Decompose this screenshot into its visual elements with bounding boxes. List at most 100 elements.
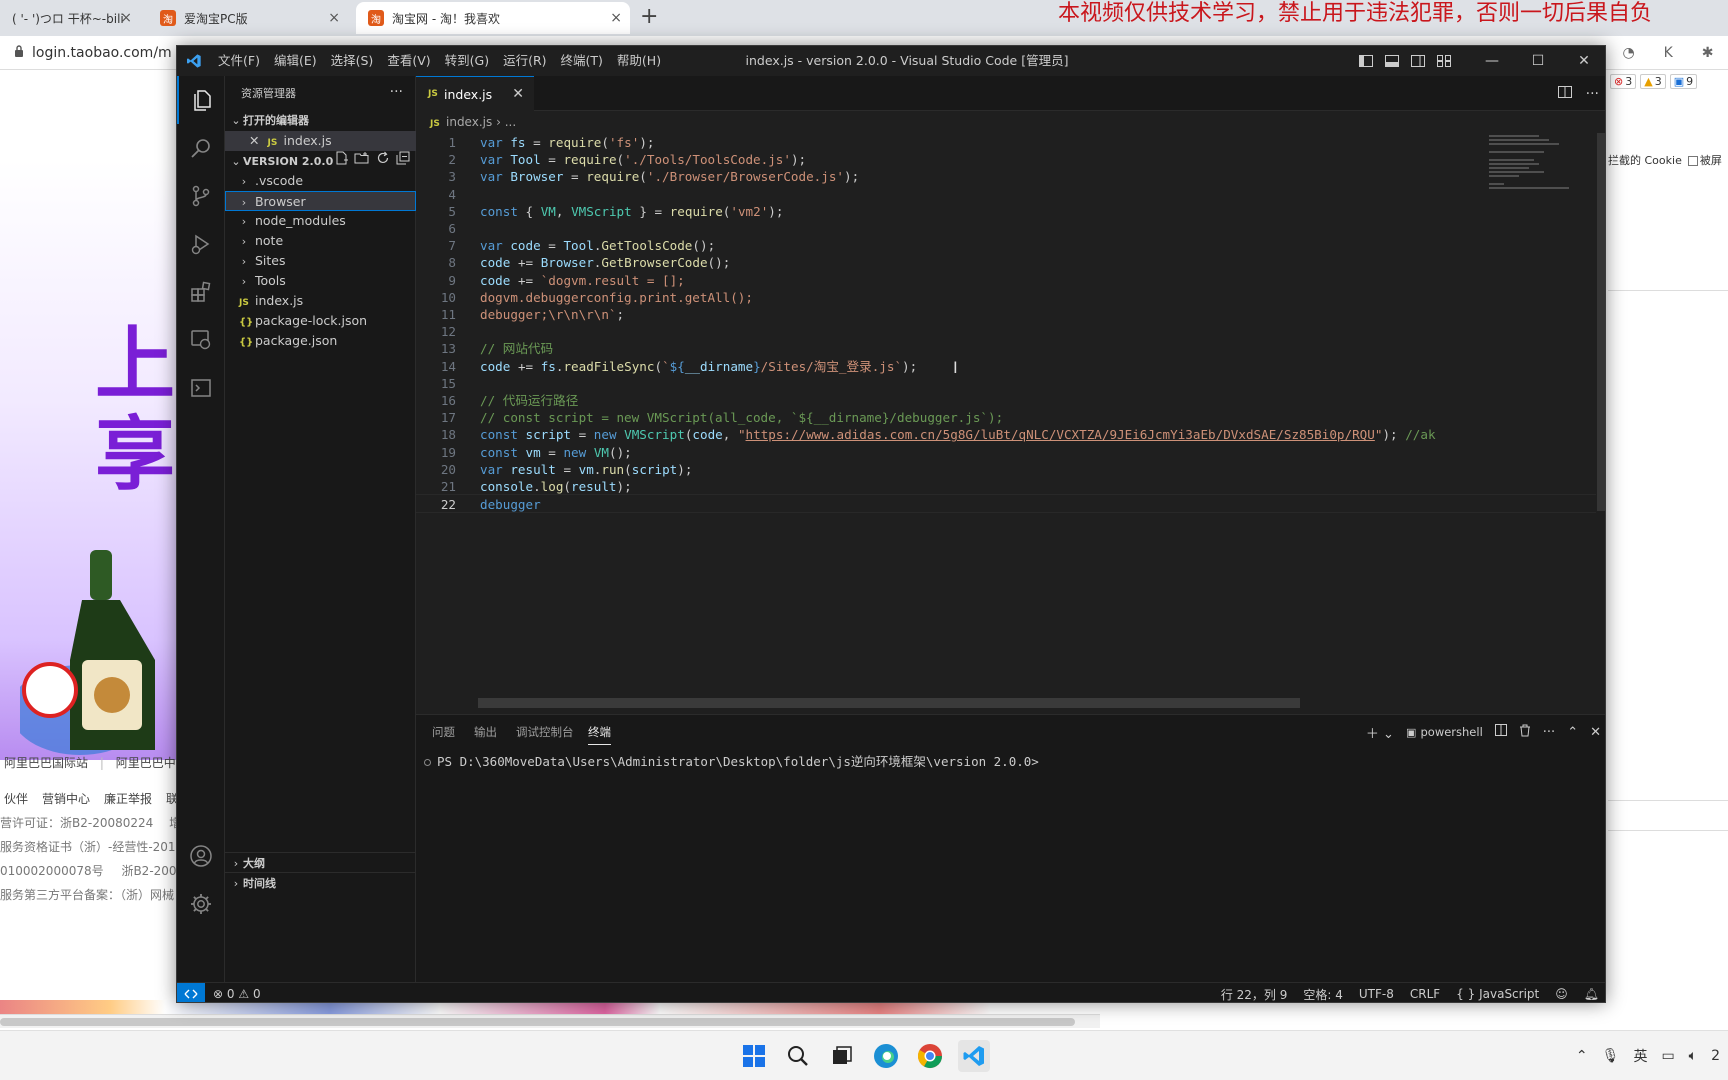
warning-badge[interactable]: ▲ 3 xyxy=(1640,74,1666,89)
pin-checkbox[interactable]: 被屏 xyxy=(1687,152,1722,168)
maximize-button[interactable]: ☐ xyxy=(1515,46,1561,76)
chevron-up-icon[interactable]: ⌃ xyxy=(1576,1048,1588,1064)
encoding[interactable]: UTF-8 xyxy=(1359,987,1394,1001)
collapse-all-icon[interactable] xyxy=(396,151,410,173)
bell-icon[interactable]: 🔔︎ xyxy=(1584,987,1599,1001)
menu-help[interactable]: 帮助(H) xyxy=(610,46,668,76)
terminal-icon[interactable] xyxy=(177,364,225,412)
tree-folder-vscode[interactable]: › .vscode xyxy=(225,171,416,191)
open-editors-header[interactable]: ⌄ 打开的编辑器 xyxy=(225,110,416,132)
panel-tab-problems[interactable]: 问题 xyxy=(432,715,455,749)
cursor-position[interactable]: 行 22，列 9 xyxy=(1221,986,1288,1003)
language-mode[interactable]: { } JavaScript xyxy=(1456,987,1539,1001)
outline-header[interactable]: › 大纲 xyxy=(225,852,416,874)
terminal-prompt[interactable]: PS D:\360MoveData\Users\Administrator\De… xyxy=(424,751,1039,770)
extension-icon[interactable]: K xyxy=(1664,45,1673,61)
url-field[interactable]: login.taobao.com/m xyxy=(14,41,184,65)
microphone-icon[interactable]: 🎙︎ xyxy=(1602,1048,1620,1064)
terminal-profile[interactable]: ▣ powershell xyxy=(1406,725,1483,740)
panel-tab-output[interactable]: 输出 xyxy=(474,715,497,749)
timeline-header[interactable]: › 时间线 xyxy=(225,872,416,894)
gear-icon[interactable] xyxy=(177,880,225,928)
browser-horizontal-scrollbar[interactable] xyxy=(0,1014,1100,1028)
panel-tab-debug-console[interactable]: 调试控制台 xyxy=(516,715,574,749)
editor-vertical-scrollbar[interactable] xyxy=(1595,133,1605,693)
tree-folder-tools[interactable]: › Tools xyxy=(225,271,416,291)
vscode-taskbar-icon[interactable] xyxy=(958,1040,990,1072)
more-actions-icon[interactable]: ··· xyxy=(390,76,403,109)
tree-folder-note[interactable]: › note xyxy=(225,231,416,251)
search-icon[interactable] xyxy=(177,124,225,172)
remote-indicator-icon[interactable] xyxy=(177,983,205,1002)
scrollbar-thumb[interactable] xyxy=(0,1018,1075,1026)
close-icon[interactable]: ✕ xyxy=(1590,725,1601,740)
chevron-up-icon[interactable]: ⌃ xyxy=(1567,725,1578,740)
refresh-icon[interactable] xyxy=(376,151,390,173)
editor-tab-index-js[interactable]: JS index.js ✕ xyxy=(416,76,534,111)
footer-link[interactable]: 阿里巴巴中 xyxy=(116,756,176,770)
source-control-icon[interactable] xyxy=(177,172,225,220)
new-folder-icon[interactable] xyxy=(354,151,370,173)
menu-file[interactable]: 文件(F) xyxy=(211,46,267,76)
menu-selection[interactable]: 选择(S) xyxy=(324,46,381,76)
ime-indicator[interactable]: 英 xyxy=(1633,1046,1647,1066)
feedback-icon[interactable]: ☺ xyxy=(1555,987,1568,1001)
clock[interactable]: 2 xyxy=(1711,1048,1720,1064)
indentation[interactable]: 空格: 4 xyxy=(1303,986,1343,1003)
error-badge[interactable]: ⊗ 3 xyxy=(1610,74,1637,89)
tree-file-package-json[interactable]: {} package.json xyxy=(225,331,416,351)
browser-tab-bilibili[interactable]: ( '- ')つロ 干杯~-bili × xyxy=(0,2,140,34)
menu-run[interactable]: 运行(R) xyxy=(496,46,553,76)
editor-horizontal-scrollbar[interactable] xyxy=(478,698,1300,708)
close-button[interactable]: ✕ xyxy=(1561,46,1605,76)
split-editor-icon[interactable] xyxy=(1557,85,1572,102)
menu-terminal[interactable]: 终端(T) xyxy=(554,46,610,76)
minimap[interactable] xyxy=(1489,133,1597,193)
run-debug-icon[interactable] xyxy=(177,220,225,268)
tree-folder-node-modules[interactable]: › node_modules xyxy=(225,211,416,231)
close-icon[interactable]: ✕ xyxy=(512,86,524,102)
close-icon[interactable]: ✕ xyxy=(249,133,259,148)
code-editor[interactable]: 1 var fs = require('fs'); 2 var Tool = req… xyxy=(416,133,1596,693)
customize-layout-icon[interactable] xyxy=(1431,46,1457,76)
tree-folder-sites[interactable]: › Sites xyxy=(225,251,416,271)
trash-icon[interactable] xyxy=(1519,724,1531,741)
panel-tab-terminal[interactable]: 终端 xyxy=(588,719,611,745)
task-view-icon[interactable] xyxy=(826,1040,858,1072)
browser-tab-taobao[interactable]: 淘 淘宝网 - 淘！我喜欢 × xyxy=(356,2,630,34)
toggle-sidebar-icon[interactable] xyxy=(1353,46,1379,76)
browser-tab-aitaobao[interactable]: 淘 爱淘宝PC版 × xyxy=(148,2,348,34)
menu-view[interactable]: 查看(V) xyxy=(380,46,437,76)
problems-indicator[interactable]: ⊗ 0 ⚠ 0 xyxy=(213,983,261,1002)
split-terminal-icon[interactable] xyxy=(1494,724,1507,740)
close-icon[interactable]: × xyxy=(328,10,340,26)
remote-explorer-icon[interactable] xyxy=(177,316,225,364)
more-actions-icon[interactable]: ··· xyxy=(1586,86,1599,102)
extension-icon[interactable]: ◔ xyxy=(1622,45,1634,61)
close-icon[interactable]: × xyxy=(120,10,132,26)
breadcrumb-item[interactable]: ... xyxy=(505,115,516,129)
network-icon[interactable]: ▭ xyxy=(1661,1048,1674,1064)
extensions-icon[interactable] xyxy=(177,268,225,316)
start-icon[interactable] xyxy=(738,1040,770,1072)
menu-edit[interactable]: 编辑(E) xyxy=(267,46,324,76)
chrome-icon[interactable] xyxy=(914,1040,946,1072)
toggle-secondary-sidebar-icon[interactable] xyxy=(1405,46,1431,76)
tree-file-index-js[interactable]: JS index.js xyxy=(225,291,416,311)
menu-go[interactable]: 转到(G) xyxy=(438,46,496,76)
footer-link[interactable]: 伙伴 xyxy=(4,790,28,807)
tree-folder-browser[interactable]: › Browser xyxy=(225,191,416,211)
new-tab-button[interactable]: + xyxy=(640,4,658,29)
new-terminal-icon[interactable]: ＋ ⌄ xyxy=(1366,723,1394,742)
toggle-panel-icon[interactable] xyxy=(1379,46,1405,76)
folder-header[interactable]: ⌄ VERSION 2.0.0 xyxy=(225,151,416,173)
edge-icon[interactable] xyxy=(870,1040,902,1072)
breadcrumb-item[interactable]: index.js xyxy=(446,115,492,129)
minimize-button[interactable]: — xyxy=(1469,46,1515,76)
scrollbar-thumb[interactable] xyxy=(1597,133,1605,511)
close-icon[interactable]: × xyxy=(610,10,622,26)
footer-link[interactable]: 营销中心 xyxy=(42,790,90,807)
more-actions-icon[interactable]: ··· xyxy=(1543,725,1555,740)
search-icon[interactable] xyxy=(782,1040,814,1072)
explorer-icon[interactable] xyxy=(177,76,225,124)
